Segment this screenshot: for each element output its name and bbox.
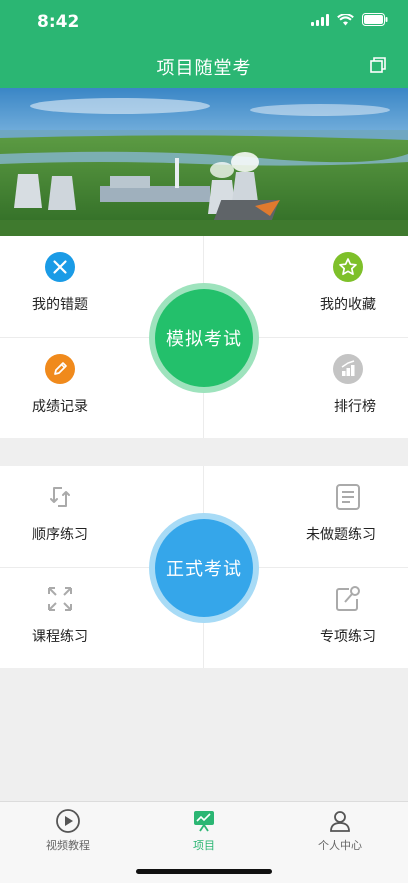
mock-exam-button[interactable]: 模拟考试 — [155, 289, 253, 387]
header: 8:42 项目随堂考 — [0, 0, 408, 88]
user-icon — [330, 811, 350, 832]
tab-personal-center[interactable]: 个人中心 — [280, 808, 400, 853]
tab-video-tutorial[interactable]: 视频教程 — [8, 808, 128, 853]
tab-label: 项目 — [193, 839, 215, 852]
battery-icon — [362, 13, 388, 26]
home-indicator — [136, 869, 272, 874]
pencil-icon — [45, 354, 75, 384]
sequence-icon — [50, 487, 70, 507]
app-root: 8:42 项目随堂考 我的错题 我的收藏 成绩记录 排行榜 模拟考试 顺序练习 … — [0, 0, 408, 883]
tile-label: 成绩记录 — [32, 399, 88, 415]
ranking-icon — [333, 354, 363, 384]
page-title: 项目随堂考 — [156, 58, 252, 79]
tile-label: 我的收藏 — [320, 297, 376, 313]
wifi-icon — [337, 13, 354, 25]
expand-icon — [48, 587, 72, 611]
window-icon[interactable] — [370, 57, 386, 73]
tab-label: 视频教程 — [46, 839, 90, 852]
edit-box-icon — [336, 586, 360, 611]
document-icon — [336, 484, 360, 510]
status-icons — [311, 13, 388, 26]
tile-label: 未做题练习 — [306, 527, 376, 543]
star-icon — [333, 252, 363, 282]
tile-label: 专项练习 — [320, 629, 376, 645]
close-circle-icon — [45, 252, 75, 282]
tile-label: 顺序练习 — [32, 527, 88, 543]
tile-label: 课程练习 — [32, 629, 88, 645]
tab-label: 个人中心 — [318, 839, 362, 852]
banner-image — [0, 88, 408, 236]
play-circle-icon — [56, 809, 80, 833]
tile-label: 排行榜 — [334, 399, 376, 415]
status-time: 8:42 — [37, 12, 80, 32]
formal-exam-button[interactable]: 正式考试 — [155, 519, 253, 617]
tab-project[interactable]: 项目 — [144, 808, 264, 853]
presentation-icon — [194, 811, 214, 832]
tile-label: 我的错题 — [32, 297, 88, 313]
signal-icon — [311, 13, 329, 26]
